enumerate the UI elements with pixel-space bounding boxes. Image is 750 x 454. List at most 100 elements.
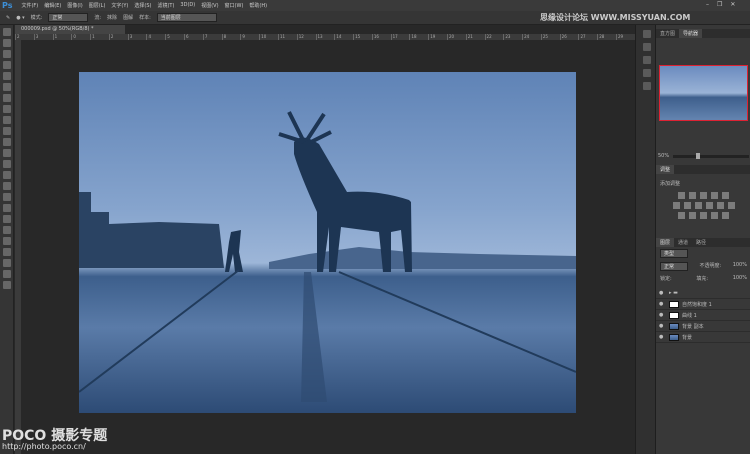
tab-adjustments[interactable]: 调整: [656, 165, 675, 174]
tool-icon[interactable]: [3, 50, 11, 58]
tool-icon[interactable]: [3, 127, 11, 135]
dock-icon[interactable]: [643, 43, 651, 51]
tab-channels[interactable]: 通道: [674, 238, 692, 247]
selective-color-icon[interactable]: [722, 212, 729, 219]
brush-icon[interactable]: ✎: [6, 15, 10, 21]
layer-name: 曲线 1: [682, 312, 697, 319]
bw-icon[interactable]: [694, 202, 702, 209]
visibility-eye-icon[interactable]: ●: [659, 334, 666, 340]
menu-item[interactable]: 窗口(W): [222, 2, 247, 9]
tab-navigator[interactable]: 导航器: [679, 29, 703, 38]
minimize-button[interactable]: –: [706, 1, 709, 8]
document-image[interactable]: [79, 72, 576, 413]
tool-icon[interactable]: [3, 182, 11, 190]
tool-icon[interactable]: [3, 204, 11, 212]
tab-layers[interactable]: 图层: [656, 238, 675, 247]
blend-mode-select[interactable]: 正常: [660, 262, 688, 271]
document-tab[interactable]: 000009.psd @ 50%(RGB/8) *: [15, 25, 125, 34]
visibility-eye-icon[interactable]: ●: [659, 290, 666, 296]
tool-icon[interactable]: [3, 160, 11, 168]
tool-icon[interactable]: [3, 270, 11, 278]
invert-icon[interactable]: [678, 212, 685, 219]
option-erase[interactable]: 抹除: [107, 14, 117, 21]
tool-icon[interactable]: [3, 83, 11, 91]
menu-item[interactable]: 选择(S): [131, 2, 154, 9]
menu-item[interactable]: 文件(F): [18, 2, 41, 9]
tool-icon[interactable]: [3, 171, 11, 179]
option-2[interactable]: 图解: [123, 14, 133, 21]
menu-item[interactable]: 图像(I): [64, 2, 85, 9]
menu-item[interactable]: 帮助(H): [246, 2, 270, 9]
tool-icon[interactable]: [3, 72, 11, 80]
photoshop-logo: Ps: [2, 1, 13, 10]
tool-icon[interactable]: [3, 61, 11, 69]
restore-button[interactable]: ❐: [717, 1, 722, 8]
dock-icon[interactable]: [643, 56, 651, 64]
dock-icon[interactable]: [643, 30, 651, 38]
opacity-label: 不透明度:: [699, 263, 722, 269]
fill-value[interactable]: 100%: [733, 275, 747, 282]
layer-row[interactable]: ● 曲线 1: [656, 310, 750, 321]
mode-label: 模式:: [30, 15, 43, 21]
menu-item[interactable]: 滤镜(T): [154, 2, 177, 9]
gradient-map-icon[interactable]: [711, 212, 718, 219]
tool-icon[interactable]: [3, 193, 11, 201]
tool-icon[interactable]: [3, 28, 11, 36]
tool-icon[interactable]: [3, 259, 11, 267]
right-panels: 直方图 导航器 50% 调整 添加调整 图层 通道 路径 类型 正常 不透明度: 1…: [655, 25, 750, 454]
tool-icon[interactable]: [3, 215, 11, 223]
tool-icon[interactable]: [3, 237, 11, 245]
kind-filter[interactable]: 类型: [660, 249, 688, 258]
tool-icon[interactable]: [3, 281, 11, 289]
visibility-eye-icon[interactable]: ●: [659, 323, 666, 329]
exposure-icon[interactable]: [711, 192, 718, 199]
hue-icon[interactable]: [672, 202, 680, 209]
dock-icon[interactable]: [643, 69, 651, 77]
menu-item[interactable]: 3D(D): [177, 2, 198, 9]
lookup-icon[interactable]: [727, 202, 735, 209]
curves-icon[interactable]: [700, 192, 707, 199]
vibrance-icon[interactable]: [722, 192, 729, 199]
visibility-eye-icon[interactable]: ●: [659, 312, 666, 318]
menu-item[interactable]: 视图(V): [198, 2, 221, 9]
menu-item[interactable]: 图层(L): [86, 2, 109, 9]
levels-icon[interactable]: [689, 192, 696, 199]
sample-label: 样本:: [139, 15, 151, 21]
menu-item[interactable]: 编辑(E): [41, 2, 64, 9]
tool-icon[interactable]: [3, 248, 11, 256]
zoom-value[interactable]: 50%: [658, 153, 669, 159]
visibility-eye-icon[interactable]: ●: [659, 301, 666, 307]
threshold-icon[interactable]: [700, 212, 707, 219]
sample-select[interactable]: 当前图层: [156, 13, 217, 22]
tool-icon[interactable]: [3, 105, 11, 113]
layer-thumbnail: [669, 311, 679, 319]
opacity-value[interactable]: 100%: [733, 262, 747, 271]
layer-row[interactable]: ● ▸ ▬: [656, 288, 750, 299]
brush-size-picker[interactable]: ● ▾: [16, 15, 24, 21]
layer-thumbnail: [669, 333, 679, 341]
tool-icon[interactable]: [3, 94, 11, 102]
posterize-icon[interactable]: [689, 212, 696, 219]
tool-icon[interactable]: [3, 39, 11, 47]
tool-icon[interactable]: [3, 116, 11, 124]
mode-select[interactable]: 正常: [48, 13, 89, 22]
skyline-right: [269, 247, 576, 269]
dock-icon[interactable]: [643, 82, 651, 90]
layer-row[interactable]: ● 背景: [656, 332, 750, 343]
tab-histogram[interactable]: 直方图: [656, 29, 679, 38]
brightness-icon[interactable]: [678, 192, 685, 199]
photo-filter-icon[interactable]: [705, 202, 713, 209]
zoom-slider[interactable]: [673, 152, 749, 159]
layer-row[interactable]: ● 背景 副本: [656, 321, 750, 332]
tool-icon[interactable]: [3, 226, 11, 234]
menu-item[interactable]: 文字(Y): [108, 2, 131, 9]
tool-icon[interactable]: [3, 138, 11, 146]
tool-icon[interactable]: [3, 149, 11, 157]
balance-icon[interactable]: [683, 202, 691, 209]
close-button[interactable]: ✕: [730, 1, 735, 8]
navigator-thumbnail[interactable]: [659, 65, 748, 121]
deer-antlers: [278, 111, 332, 144]
layer-row[interactable]: ● 自然饱和度 1: [656, 299, 750, 310]
mixer-icon[interactable]: [716, 202, 724, 209]
tab-paths[interactable]: 路径: [692, 238, 710, 247]
